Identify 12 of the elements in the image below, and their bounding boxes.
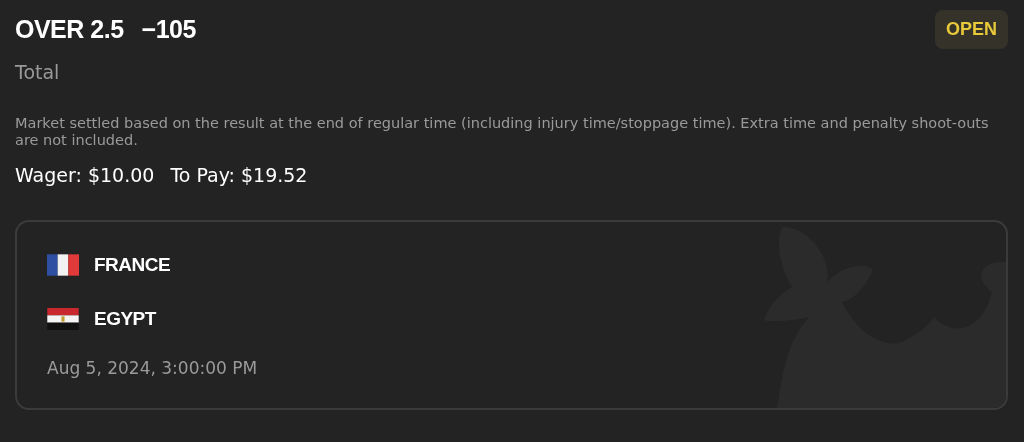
tricolor-flag-icon — [47, 254, 79, 276]
team-name: EGYPT — [94, 308, 156, 330]
selection-title: OVER 2.5 — [15, 15, 124, 44]
event-date: Aug 5, 2024, 3:00:00 PM — [47, 358, 259, 378]
team-name: FRANCE — [94, 254, 171, 276]
wager-amount: Wager: $10.00 — [15, 164, 155, 186]
status-badge: OPEN — [935, 10, 1008, 49]
odds: −105 — [141, 15, 196, 44]
striped-flag-icon — [47, 308, 79, 330]
market-type: Total — [15, 61, 61, 83]
market-description: Market settled based on the result at the end of regular time (including injury time/stoppage time). Extra time and penalty shoot-outs are not included. — [15, 115, 990, 149]
payout-amount: To Pay: $19.52 — [170, 164, 308, 186]
